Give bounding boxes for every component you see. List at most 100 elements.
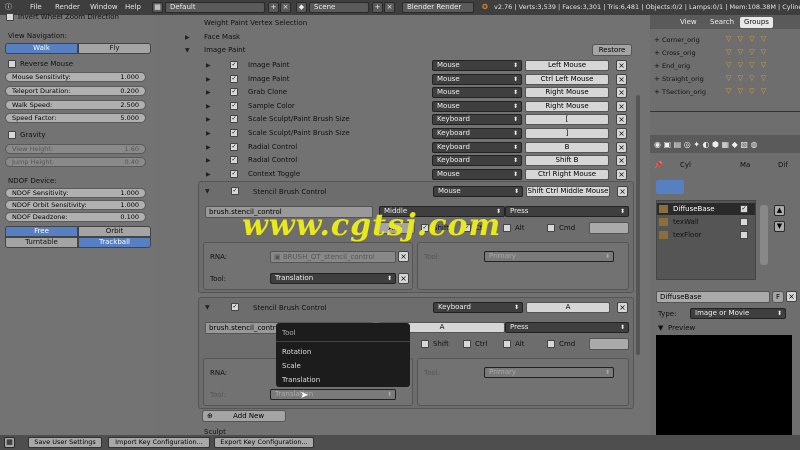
fly-toggle[interactable]: Fly	[78, 43, 151, 54]
menu-help[interactable]: Help	[125, 3, 141, 11]
speed-factor-field[interactable]: Speed Factor: 5.000	[5, 113, 146, 123]
remove-item-icon[interactable]: ×	[616, 168, 627, 180]
rna-clear-icon[interactable]: ×	[398, 251, 409, 262]
ndof-deadzone-field[interactable]: NDOF Deadzone: 0.100	[5, 212, 146, 222]
cmd-checkbox[interactable]	[547, 224, 555, 232]
expand-arrow-icon[interactable]: ▶	[206, 144, 211, 151]
remove-item-icon[interactable]: ×	[616, 100, 627, 112]
key-binding-field[interactable]: Left Mouse	[525, 60, 609, 71]
pin-icon[interactable]: 📌	[654, 161, 663, 169]
unlink-texture-icon[interactable]: ×	[786, 291, 797, 302]
menu-item-scale[interactable]: Scale	[282, 362, 301, 370]
restrict-icons[interactable]: ▽ ▽ ▽ ▽	[726, 35, 768, 43]
enable-checkbox[interactable]: ✓	[230, 129, 238, 137]
mouse-sensitivity-field[interactable]: Mouse Sensitivity: 1.000	[5, 72, 146, 82]
remove-item-icon[interactable]: ×	[616, 114, 627, 126]
key-modifier-field[interactable]	[589, 222, 629, 234]
scene-select[interactable]: Scene	[309, 2, 369, 13]
key-binding-field[interactable]: Right Mouse	[525, 87, 609, 99]
expand-arrow-icon[interactable]: ▶	[206, 130, 211, 137]
menu-item-translation[interactable]: Translation	[282, 376, 320, 384]
expand-arrow-icon[interactable]: ▶	[206, 89, 211, 96]
alt-checkbox[interactable]	[503, 224, 511, 232]
walk-speed-field[interactable]: Walk Speed: 2.500	[5, 100, 146, 110]
remove-item-icon[interactable]: ×	[616, 141, 627, 153]
remove-item-icon[interactable]: ×	[616, 87, 627, 99]
scrollbar[interactable]	[636, 95, 640, 355]
key-binding-field[interactable]: Ctrl Right Mouse	[525, 168, 609, 180]
menu-window[interactable]: Window	[90, 3, 118, 11]
shift-checkbox[interactable]	[421, 340, 429, 348]
turntable-toggle[interactable]: Turntable	[5, 237, 78, 248]
collapse-arrow-icon[interactable]: ▼	[185, 47, 190, 54]
restore-button[interactable]: Restore	[592, 44, 632, 56]
orbit-toggle[interactable]: Orbit	[78, 226, 151, 237]
expand-arrow-icon[interactable]: ▶	[185, 34, 190, 41]
expand-arrow-icon[interactable]: +	[654, 62, 660, 70]
scene-add-icon[interactable]: +	[372, 2, 383, 13]
expand-arrow-icon[interactable]: ▶	[206, 103, 211, 110]
outliner-group-item[interactable]: Cross_orig	[662, 49, 696, 57]
enable-checkbox[interactable]: ✓	[230, 115, 238, 124]
input-type-select[interactable]: Keyboard ⬍	[432, 155, 522, 167]
restrict-icons[interactable]: ▽ ▽ ▽ ▽	[726, 87, 768, 95]
add-new-button[interactable]: ⊕ Add New	[202, 410, 286, 422]
move-down-icon[interactable]: ▼	[774, 221, 785, 232]
input-type-select[interactable]: Keyboard ⬍	[432, 141, 522, 153]
outliner-group-item[interactable]: End_orig	[662, 62, 690, 70]
expand-arrow-icon[interactable]: +	[654, 88, 660, 96]
tool-select[interactable]: Translation ⬍	[270, 389, 396, 400]
texture-type-select[interactable]: Image or Movie ⬍	[690, 308, 786, 319]
list-scrollbar[interactable]	[760, 205, 768, 265]
enable-checkbox[interactable]: ✓	[230, 101, 238, 110]
expand-arrow-icon[interactable]: +	[654, 75, 660, 83]
remove-item-icon[interactable]: ×	[616, 155, 627, 167]
input-type-select[interactable]: Mouse ⬍	[432, 87, 522, 99]
layout-icon[interactable]: ▦	[152, 2, 163, 13]
input-type-select[interactable]: Keyboard ⬍	[432, 114, 522, 126]
key-binding-field[interactable]: A	[526, 302, 610, 313]
tab-view[interactable]: View	[676, 17, 701, 28]
texture-enable-checkbox[interactable]	[740, 231, 748, 239]
input-type-select[interactable]: Keyboard ⬍	[432, 128, 522, 139]
menu-item-rotation[interactable]: Rotation	[282, 348, 311, 356]
tool-select[interactable]: Translation ⬍	[270, 273, 396, 284]
enable-checkbox[interactable]: ✓	[230, 142, 238, 151]
expand-arrow-icon[interactable]: +	[654, 36, 660, 44]
tool-clear-icon[interactable]: ×	[398, 273, 409, 284]
ndof-orbit-sensitivity-field[interactable]: NDOF Orbit Sensitivity: 1.000	[5, 200, 146, 210]
key-modifier-field[interactable]	[589, 338, 629, 350]
outliner-group-item[interactable]: TSection_orig	[662, 88, 706, 96]
invert-wheel-checkbox[interactable]	[6, 13, 14, 21]
alt-checkbox[interactable]	[503, 340, 511, 348]
remove-item-icon[interactable]: ×	[616, 60, 627, 71]
input-type-select[interactable]: Mouse ⬍	[432, 100, 522, 112]
scene-icon[interactable]: ◆	[296, 2, 307, 13]
enable-checkbox[interactable]: ✓	[230, 169, 238, 178]
import-key-config-button[interactable]: Import Key Configuration...	[108, 437, 210, 448]
input-type-select[interactable]: Mouse ⬍	[433, 186, 523, 197]
restrict-icons[interactable]: ▽ ▽ ▽ ▽	[726, 61, 768, 69]
expand-arrow-icon[interactable]: ▶	[206, 116, 211, 123]
enable-checkbox[interactable]: ✓	[230, 88, 238, 97]
layout-select[interactable]: Default	[165, 2, 265, 13]
remove-item-icon[interactable]: ×	[616, 128, 627, 139]
teleport-duration-field[interactable]: Teleport Duration: 0.200	[5, 86, 146, 96]
menu-file[interactable]: File	[30, 3, 42, 11]
gravity-checkbox[interactable]	[8, 131, 16, 139]
layout-add-icon[interactable]: +	[268, 2, 279, 13]
texture-enable-checkbox[interactable]: ✓	[740, 205, 748, 213]
key-binding-field[interactable]: Shift B	[525, 155, 609, 167]
menu-render[interactable]: Render	[55, 3, 80, 11]
input-type-select[interactable]: Mouse ⬍	[432, 60, 522, 71]
save-user-settings-button[interactable]: Save User Settings	[28, 437, 102, 448]
restrict-icons[interactable]: ▽ ▽ ▽ ▽	[726, 74, 768, 82]
key-binding-field[interactable]: ]	[525, 128, 609, 139]
scene-close-icon[interactable]: ×	[384, 2, 395, 13]
event-value-select[interactable]: Press ⬍	[505, 206, 629, 217]
expand-arrow-icon[interactable]: ▶	[206, 76, 211, 83]
key-binding-field[interactable]: Ctrl Left Mouse	[525, 73, 609, 85]
cmd-checkbox[interactable]	[547, 340, 555, 348]
walk-toggle[interactable]: Walk	[5, 43, 78, 54]
enable-checkbox[interactable]: ✓	[231, 303, 239, 311]
